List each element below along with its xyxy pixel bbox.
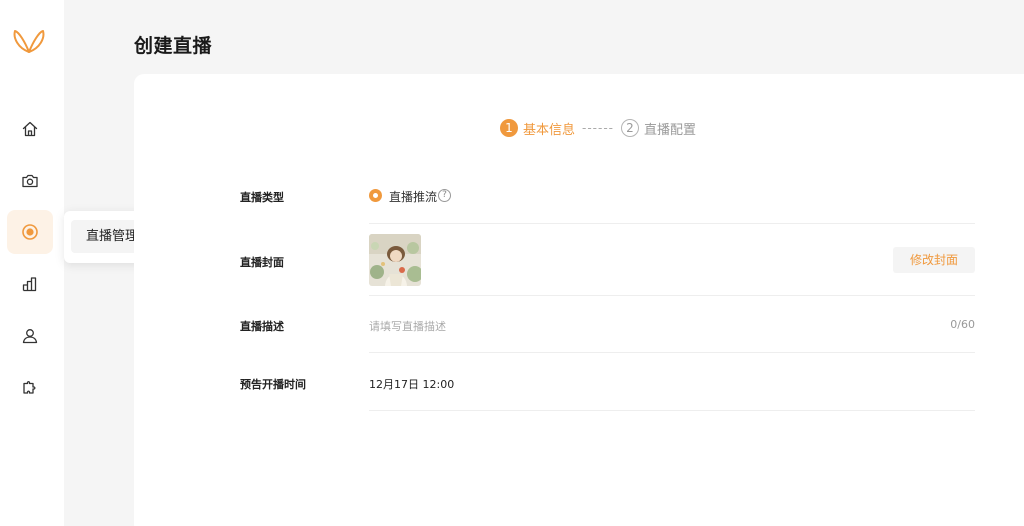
puzzle-icon: [23, 380, 36, 394]
live-description-label: 直播描述: [240, 320, 284, 333]
divider: [369, 223, 975, 224]
step-2-label: 直播配置: [644, 122, 697, 138]
divider: [369, 352, 975, 353]
bar-chart-icon: [22, 277, 37, 292]
cover-thumbnail[interactable]: [369, 234, 421, 286]
step-1-label: 基本信息: [523, 122, 576, 138]
live-description-input[interactable]: [369, 317, 869, 335]
live-record-icon: [22, 224, 38, 240]
change-cover-button[interactable]: 修改封面: [893, 247, 975, 273]
start-time-picker[interactable]: 12月17日 12:00: [369, 376, 454, 392]
divider: [369, 410, 975, 411]
camera-icon: [22, 174, 38, 188]
description-char-counter: 0/60: [950, 318, 975, 331]
sidebar-item-home[interactable]: [7, 107, 53, 151]
sidebar-item-plugin[interactable]: [7, 365, 53, 409]
live-type-radio[interactable]: [369, 189, 382, 202]
logo-icon: [13, 30, 45, 53]
page-title: 创建直播: [134, 35, 213, 57]
sidebar-item-user[interactable]: [7, 314, 53, 358]
step-1-number: 1: [500, 119, 518, 137]
live-cover-label: 直播封面: [240, 256, 284, 269]
home-icon: [22, 121, 38, 137]
divider: [369, 295, 975, 296]
main-card: 1 基本信息 ------ 2 直播配置 直播类型 直播推流 ? 直播封面 修改…: [134, 74, 1024, 526]
user-icon: [22, 329, 38, 344]
sidebar-item-camera[interactable]: [7, 159, 53, 203]
sidebar-item-stats[interactable]: [7, 262, 53, 306]
live-type-option-label[interactable]: 直播推流: [389, 188, 437, 205]
live-type-label: 直播类型: [240, 191, 284, 204]
preview-start-time-label: 预告开播时间: [240, 378, 306, 391]
sidebar: [0, 0, 64, 526]
sidebar-item-live[interactable]: [7, 210, 53, 254]
help-icon[interactable]: ?: [438, 189, 451, 202]
cover-image: [369, 234, 421, 286]
step-2-number: 2: [621, 119, 639, 137]
step-separator: ------: [582, 121, 614, 135]
step-indicator: 1 基本信息 ------ 2 直播配置: [500, 118, 696, 138]
